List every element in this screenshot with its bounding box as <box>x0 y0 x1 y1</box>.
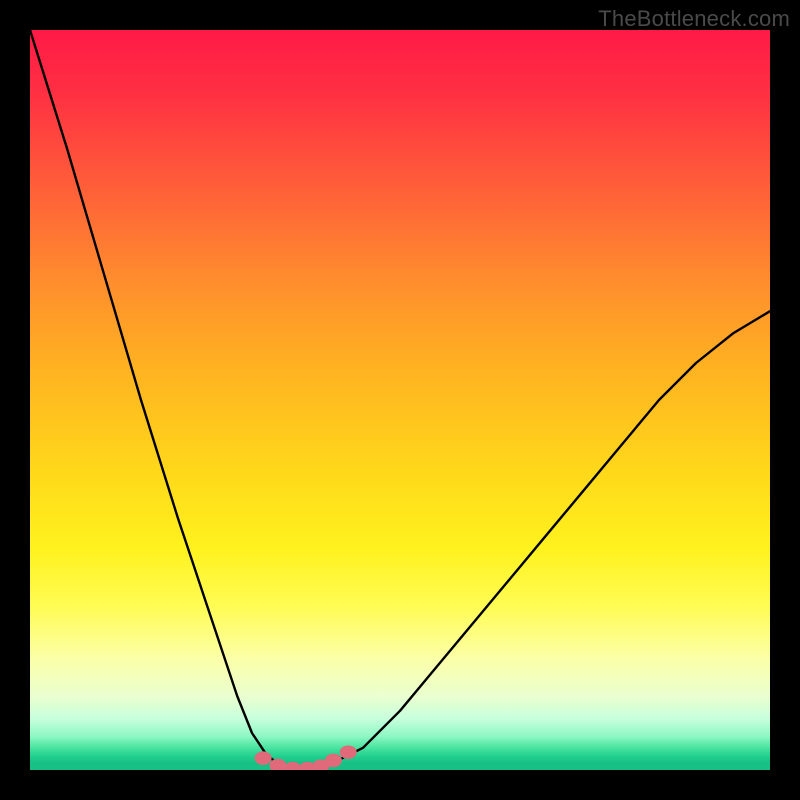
watermark-text: TheBottleneck.com <box>598 6 790 32</box>
marker-dot <box>255 751 272 765</box>
curve-layer <box>30 30 770 770</box>
plot-area <box>30 30 770 770</box>
chart-stage: TheBottleneck.com <box>0 0 800 800</box>
marker-dot <box>284 762 301 770</box>
marker-dot <box>325 754 342 768</box>
marker-dot <box>340 745 357 759</box>
bottleneck-curve <box>30 30 770 770</box>
